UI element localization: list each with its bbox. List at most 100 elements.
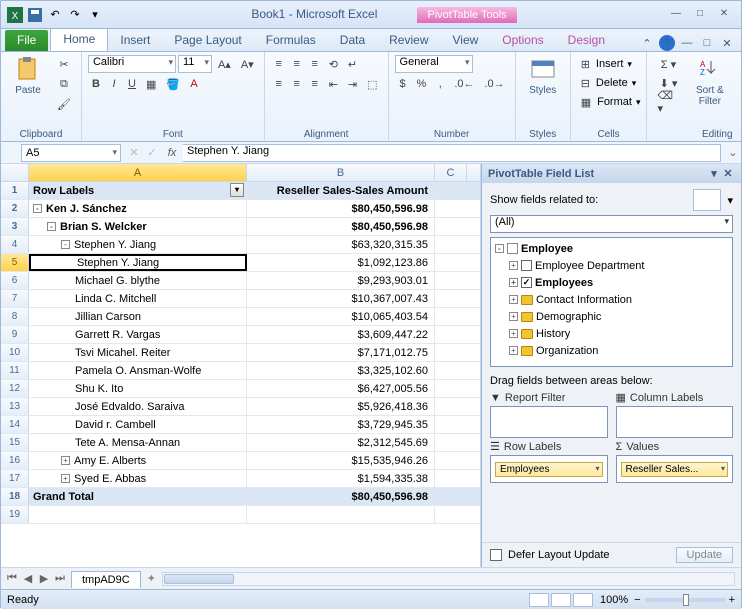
cell-a[interactable]: +Syed E. Abbas [29, 470, 247, 487]
insert-cells-label[interactable]: Insert [596, 58, 624, 70]
number-format-combo[interactable]: General [395, 55, 473, 73]
format-cells-button[interactable]: ▦ [577, 93, 595, 111]
expand-icon[interactable]: + [61, 456, 70, 465]
cell-c[interactable] [435, 254, 467, 271]
cell-b[interactable]: $80,450,596.98 [247, 488, 435, 505]
row-header[interactable]: 13 [1, 398, 29, 415]
sort-filter-button[interactable]: AZ Sort & Filter [687, 55, 732, 107]
comma-icon[interactable]: , [432, 75, 448, 93]
table-row[interactable]: 5Stephen Y. Jiang$1,092,123.86 [1, 254, 480, 272]
format-cells-label[interactable]: Format [597, 96, 632, 108]
cell-a[interactable]: Stephen Y. Jiang [29, 254, 247, 271]
row-header[interactable]: 5 [1, 254, 29, 271]
sheet-nav-first-icon[interactable]: ⏮ [5, 572, 19, 585]
row-header[interactable]: 2 [1, 200, 29, 217]
table-row[interactable]: 12Shu K. Ito$6,427,005.56 [1, 380, 480, 398]
field-tree[interactable]: -Employee+Employee Department+✓Employees… [490, 237, 733, 367]
italic-button[interactable]: I [106, 75, 122, 93]
column-labels-box[interactable] [616, 406, 734, 438]
name-box[interactable]: A5 [21, 144, 121, 162]
decrease-decimal-icon[interactable]: .0→ [481, 75, 509, 93]
table-row[interactable]: 9Garrett R. Vargas$3,609,447.22 [1, 326, 480, 344]
cell-b[interactable]: $7,171,012.75 [247, 344, 435, 361]
workbook-close-icon[interactable]: ✕ [719, 35, 735, 51]
clear-icon[interactable]: ⌫ ▾ [653, 93, 683, 111]
minimize-ribbon-icon[interactable]: ⌃ [639, 35, 655, 51]
cell-b[interactable]: $1,594,335.38 [247, 470, 435, 487]
tree-node[interactable]: -Employee [493, 240, 730, 257]
increase-decimal-icon[interactable]: .0← [450, 75, 478, 93]
layout-dropdown-icon[interactable]: ▾ [727, 194, 733, 207]
cell-b[interactable]: $3,609,447.22 [247, 326, 435, 343]
cell-b[interactable]: $10,065,403.54 [247, 308, 435, 325]
fill-color-icon[interactable]: 🪣 [162, 75, 184, 93]
sheet-nav-last-icon[interactable]: ⏭ [53, 572, 67, 585]
cell-b[interactable]: $3,325,102.60 [247, 362, 435, 379]
col-header-a[interactable]: A [29, 164, 247, 181]
cell-a[interactable]: +Amy E. Alberts [29, 452, 247, 469]
sheet-tab[interactable]: tmpAD9C [71, 571, 141, 588]
cell-c[interactable] [435, 290, 467, 307]
styles-button[interactable]: Styles [522, 55, 564, 96]
cell-b[interactable]: $5,926,418.36 [247, 398, 435, 415]
tree-node[interactable]: +Organization [493, 342, 730, 359]
table-row[interactable]: 19 [1, 506, 480, 524]
table-row[interactable]: 3-Brian S. Welcker$80,450,596.98 [1, 218, 480, 236]
cell-c[interactable] [435, 416, 467, 433]
orientation-icon[interactable]: ⟲ [325, 55, 342, 73]
cell-c[interactable] [435, 200, 467, 217]
underline-button[interactable]: U [124, 75, 140, 93]
tab-options[interactable]: Options [490, 30, 555, 51]
undo-icon[interactable]: ↶ [47, 7, 63, 23]
tab-review[interactable]: Review [377, 30, 440, 51]
tree-node[interactable]: +Contact Information [493, 291, 730, 308]
delete-cells-label[interactable]: Delete [596, 77, 628, 89]
defer-checkbox[interactable] [490, 549, 502, 561]
expand-icon[interactable]: - [61, 240, 70, 249]
cell-c[interactable] [435, 344, 467, 361]
report-filter-box[interactable] [490, 406, 608, 438]
table-row[interactable]: 14David r. Cambell$3,729,945.35 [1, 416, 480, 434]
row-header[interactable]: 15 [1, 434, 29, 451]
tree-node[interactable]: +History [493, 325, 730, 342]
tab-home[interactable]: Home [50, 28, 108, 51]
tab-file[interactable]: File [5, 30, 48, 51]
font-size-combo[interactable]: 11 [178, 55, 212, 73]
restore-icon[interactable]: □ [691, 8, 709, 22]
cell-b[interactable]: $1,092,123.86 [247, 254, 435, 271]
cell-c[interactable] [435, 182, 467, 199]
align-bottom-icon[interactable]: ≡ [307, 55, 323, 73]
cell-a[interactable]: Shu K. Ito [29, 380, 247, 397]
row-labels-box[interactable]: Employees [490, 455, 608, 483]
wrap-text-icon[interactable]: ↵ [344, 55, 361, 73]
expand-icon[interactable]: + [61, 474, 70, 483]
cell-c[interactable] [435, 218, 467, 235]
zoom-slider[interactable] [645, 598, 725, 602]
row-header[interactable]: 17 [1, 470, 29, 487]
cell-a[interactable]: Tsvi Micahel. Reiter [29, 344, 247, 361]
format-painter-icon[interactable]: 🖌 [53, 95, 75, 113]
row-header[interactable]: 6 [1, 272, 29, 289]
workbook-minimize-icon[interactable]: — [679, 35, 695, 51]
select-all-corner[interactable] [1, 164, 29, 181]
table-row[interactable]: 11Pamela O. Ansman-Wolfe$3,325,102.60 [1, 362, 480, 380]
cell-b[interactable]: $10,367,007.43 [247, 290, 435, 307]
tree-expand-icon[interactable]: + [509, 278, 518, 287]
tab-page-layout[interactable]: Page Layout [162, 30, 253, 51]
tree-expand-icon[interactable]: - [495, 244, 504, 253]
expand-icon[interactable]: - [33, 204, 42, 213]
row-header[interactable]: 14 [1, 416, 29, 433]
minimize-icon[interactable]: — [667, 8, 685, 22]
tab-data[interactable]: Data [328, 30, 377, 51]
cell-c[interactable] [435, 308, 467, 325]
cell-a[interactable]: Michael G. blythe [29, 272, 247, 289]
tree-node[interactable]: +✓Employees [493, 274, 730, 291]
cell-a[interactable]: -Brian S. Welcker [29, 218, 247, 235]
cell-c[interactable] [435, 398, 467, 415]
help-icon[interactable]: ? [659, 35, 675, 51]
cell-a[interactable]: Grand Total [29, 488, 247, 505]
row-header[interactable]: 4 [1, 236, 29, 253]
close-icon[interactable]: ✕ [715, 8, 733, 22]
tab-view[interactable]: View [441, 30, 491, 51]
delete-cells-button[interactable]: ⊟ [577, 74, 594, 92]
